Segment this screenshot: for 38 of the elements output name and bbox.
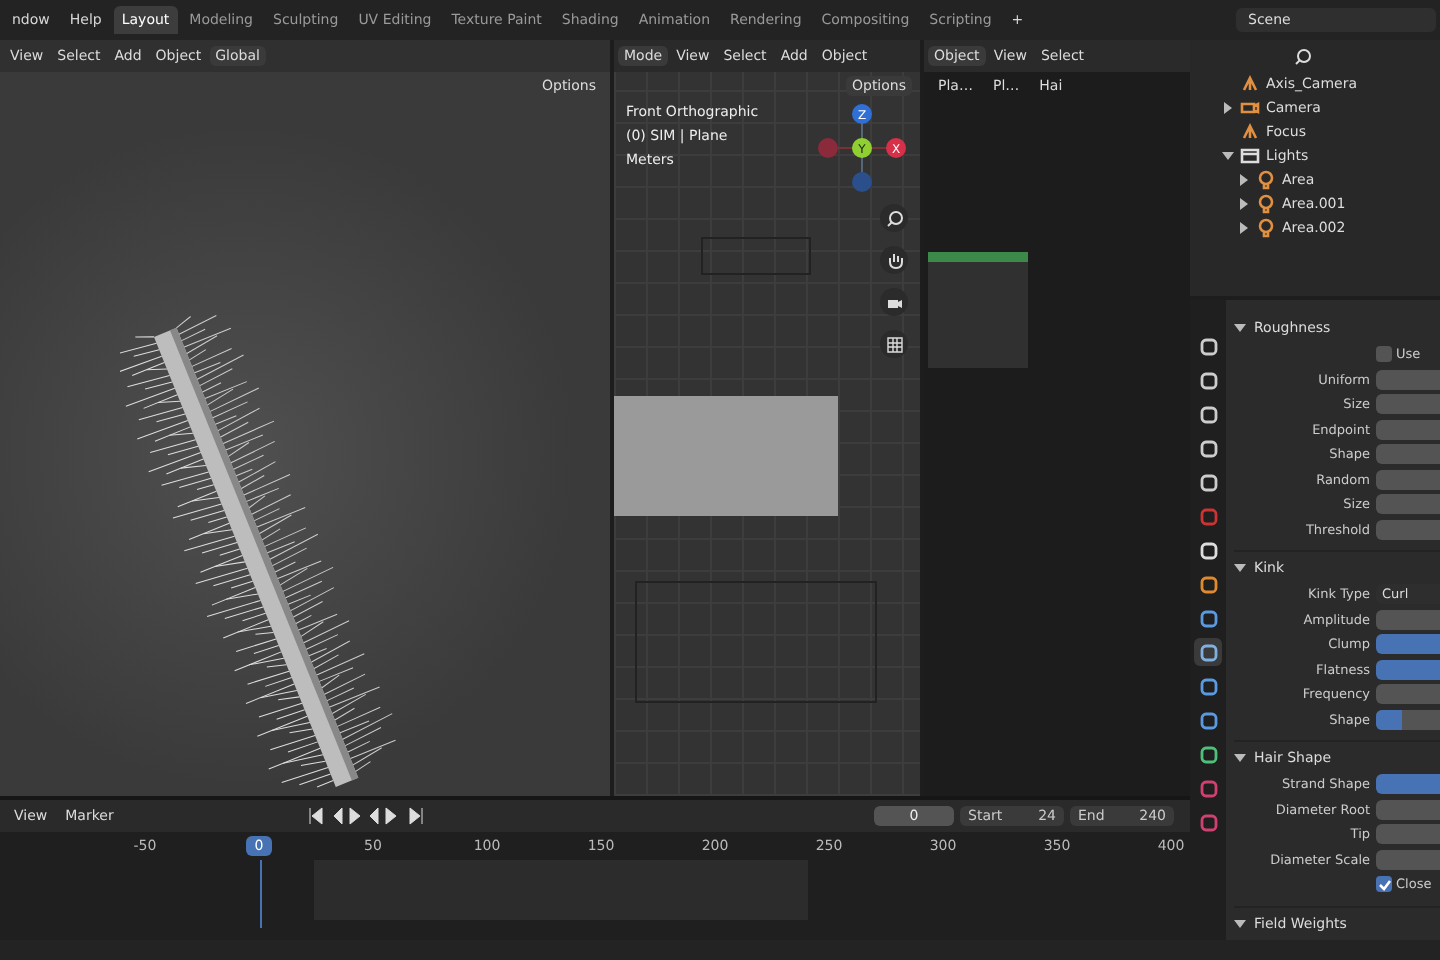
slider-field[interactable]: [1376, 659, 1440, 679]
checkbox[interactable]: [1376, 876, 1392, 892]
camera-icon: [1240, 98, 1260, 118]
expand-arrow-icon[interactable]: [1234, 917, 1246, 929]
node-drawing: [928, 252, 1028, 368]
number-field[interactable]: [1376, 419, 1440, 439]
expand-arrow-icon[interactable]: [1234, 752, 1246, 764]
slider-field[interactable]: [1376, 709, 1440, 729]
light-icon: [1256, 194, 1276, 214]
expand-arrow-icon[interactable]: [1234, 562, 1246, 574]
number-field[interactable]: [1376, 849, 1440, 869]
light-icon: [1256, 170, 1276, 190]
rectangle-outline: [700, 236, 812, 276]
expand-arrow-icon[interactable]: [1234, 322, 1246, 334]
playback-controls-icon[interactable]: [305, 806, 426, 826]
hand-icon[interactable]: [880, 246, 908, 274]
search-icon[interactable]: [1294, 47, 1312, 65]
checkbox[interactable]: [1376, 346, 1392, 362]
number-field[interactable]: [1376, 369, 1440, 389]
collection-icon: [1240, 146, 1260, 166]
number-field[interactable]: [1376, 824, 1440, 844]
number-field[interactable]: [1376, 519, 1440, 539]
grid-icon[interactable]: [880, 330, 908, 358]
empty-icon: [1240, 122, 1260, 142]
slider-field[interactable]: [1376, 634, 1440, 654]
expand-arrow-icon[interactable]: [1222, 102, 1234, 114]
slider-field[interactable]: [1376, 774, 1440, 794]
number-field[interactable]: [1376, 469, 1440, 489]
number-field[interactable]: [1376, 799, 1440, 819]
number-field[interactable]: [1376, 609, 1440, 629]
camera-icon[interactable]: [880, 288, 908, 316]
number-field[interactable]: [1376, 684, 1440, 704]
number-field[interactable]: [1376, 444, 1440, 464]
number-field[interactable]: [1376, 494, 1440, 514]
empty-icon: [1240, 74, 1260, 94]
number-field[interactable]: [1376, 394, 1440, 414]
light-icon: [1256, 218, 1276, 238]
zoom-icon[interactable]: [880, 204, 908, 232]
